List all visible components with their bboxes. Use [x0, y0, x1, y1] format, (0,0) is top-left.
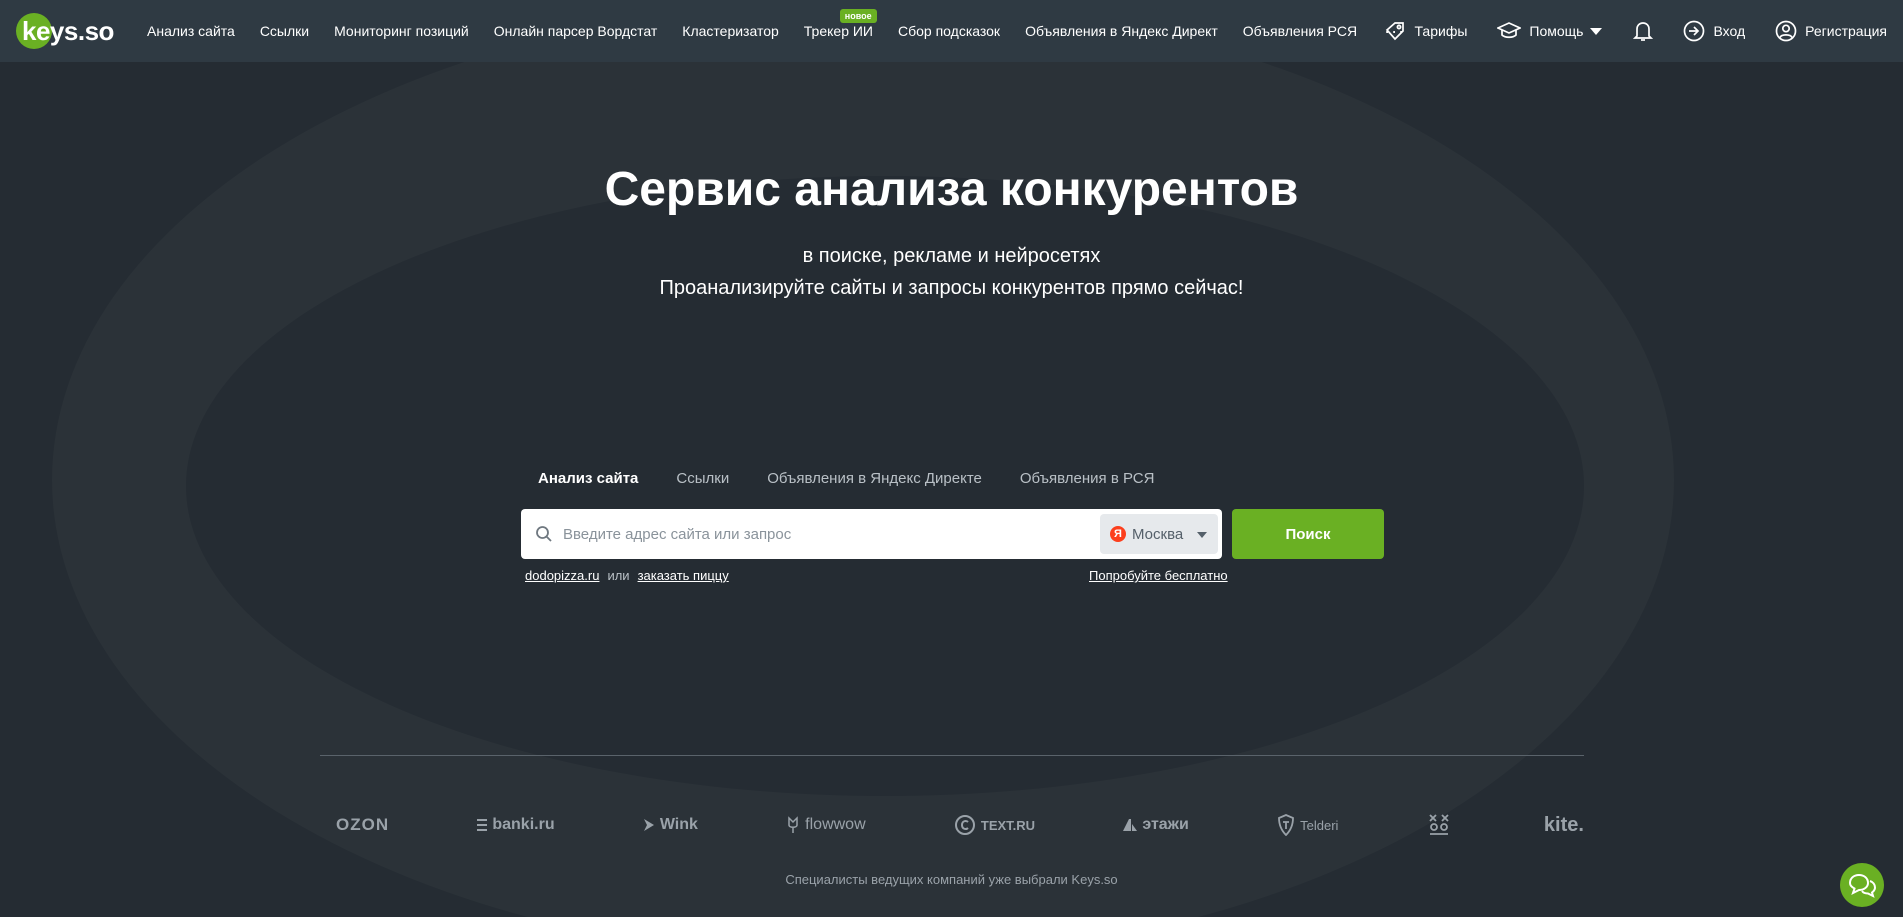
user-icon [1775, 20, 1797, 42]
register-label: Регистрация [1805, 23, 1887, 39]
chat-button[interactable] [1840, 863, 1884, 907]
nav-item-suggestions[interactable]: Сбор подсказок [898, 0, 1000, 68]
example-link-query[interactable]: заказать пиццу [638, 568, 729, 583]
hero-title: Сервис анализа конкурентов [604, 163, 1299, 216]
search-examples: dodopizza.ru или заказать пиццу [525, 568, 729, 583]
client-logo-textru: TEXT.RU [954, 814, 1035, 836]
client-logo-ozon: OZON [336, 815, 390, 834]
client-logo-textru-label: TEXT.RU [980, 817, 1036, 833]
client-logo-etazhi-label: этажи [1142, 816, 1189, 833]
chevron-down-icon [1197, 532, 1207, 538]
tag-icon [1385, 22, 1404, 41]
client-logo-wink: Wink [643, 816, 698, 834]
region-select[interactable]: Я Москва [1100, 514, 1218, 554]
top-navigation-bar: keys.so Анализ сайта Ссылки Мониторинг п… [0, 0, 1903, 62]
xcom-mark-icon [1429, 814, 1449, 835]
login-label: Вход [1713, 23, 1746, 39]
search-button[interactable]: Поиск [1232, 509, 1384, 559]
hero-subtitle-line-1: в поиске, рекламе и нейросетях [802, 245, 1101, 267]
example-link-domain[interactable]: dodopizza.ru [525, 568, 599, 583]
client-logo-telderi: Telderi [1277, 814, 1338, 836]
hero-subtitle-line-2: Проанализируйте сайты и запросы конкурен… [659, 277, 1244, 299]
login-icon [1684, 20, 1705, 42]
new-badge: новое [839, 9, 877, 23]
register-link[interactable]: Регистрация [1775, 20, 1887, 42]
search-icon [536, 526, 552, 542]
nav-item-clusterizer[interactable]: Кластеризатор [682, 0, 778, 68]
caret-down-icon [1590, 28, 1603, 35]
examples-or: или [607, 568, 630, 583]
client-logo-flowwow-label: flowwow [805, 816, 866, 833]
client-logo-flowwow: flowwow [786, 816, 866, 834]
etazhi-mark-icon [1123, 819, 1138, 831]
pricing-label: Тарифы [1414, 23, 1468, 39]
user-nav: Тарифы Помощь Вход Регистрация [1355, 0, 1887, 62]
pricing-link[interactable]: Тарифы [1385, 21, 1468, 41]
logo[interactable]: keys.so [16, 13, 114, 49]
nav-item-yandex-direct-ads[interactable]: Объявления в Яндекс Директ [1025, 0, 1218, 68]
client-logo-banki: banki.ru [477, 816, 555, 834]
graduation-cap-icon [1497, 22, 1522, 39]
wink-mark-icon [643, 819, 654, 831]
main-nav: Анализ сайта Ссылки Мониторинг позиций О… [147, 0, 1405, 62]
clients-divider [320, 755, 1584, 756]
region-label: Москва [1132, 525, 1184, 543]
telderi-shield-icon [1278, 814, 1295, 836]
chat-icon [1848, 873, 1877, 898]
logo-text: keys.so [22, 15, 114, 46]
search-box: Я Москва [521, 509, 1222, 559]
flower-icon [788, 816, 798, 833]
clients-tagline: Специалисты ведущих компаний уже выбрали… [785, 872, 1118, 887]
search-input[interactable] [563, 509, 1103, 559]
client-logos: OZON banki.ru Wink flowwow TEXT.RU этажи… [320, 810, 1584, 840]
tab-site-analysis[interactable]: Анализ сайта [538, 470, 638, 492]
nav-item-site-analysis[interactable]: Анализ сайта [147, 0, 235, 68]
tab-rsya-ads[interactable]: Объявления в РСЯ [1020, 470, 1155, 492]
login-link[interactable]: Вход [1683, 20, 1745, 42]
help-menu[interactable]: Помощь [1497, 21, 1603, 41]
help-label: Помощь [1529, 23, 1584, 39]
try-free-link[interactable]: Попробуйте бесплатно [1089, 568, 1228, 583]
client-logo-wink-label: Wink [659, 816, 698, 833]
client-logo-etazhi: этажи [1123, 816, 1189, 834]
client-logo-kite: kite. [1543, 813, 1584, 836]
nav-item-wordstat-parser[interactable]: Онлайн парсер Вордстат [494, 0, 658, 68]
search-tabs: Анализ сайта Ссылки Объявления в Яндекс … [538, 470, 1192, 492]
nav-item-ai-tracker[interactable]: Трекер ИИ новое [803, 0, 877, 68]
hero-subtitle: в поиске, рекламе и нейросетях Проанализ… [0, 240, 1903, 304]
tab-links[interactable]: Ссылки [676, 470, 729, 492]
client-logo-banki-label: banki.ru [492, 816, 555, 833]
nav-item-position-monitoring[interactable]: Мониторинг позиций [334, 0, 469, 68]
nav-item-rsya-ads[interactable]: Объявления РСЯ [1243, 0, 1357, 68]
tab-yandex-direct-ads[interactable]: Объявления в Яндекс Директе [767, 470, 982, 492]
client-logo-xcom [1427, 812, 1456, 838]
notifications-button[interactable] [1633, 20, 1654, 42]
bell-icon [1633, 22, 1654, 41]
nav-item-ai-tracker-label: Трекер ИИ [803, 23, 873, 39]
nav-item-links[interactable]: Ссылки [260, 0, 309, 68]
banki-mark-icon [477, 819, 488, 831]
client-logo-telderi-label: Telderi [1300, 817, 1339, 833]
copyright-icon [954, 815, 975, 835]
yandex-icon: Я [1110, 526, 1126, 542]
